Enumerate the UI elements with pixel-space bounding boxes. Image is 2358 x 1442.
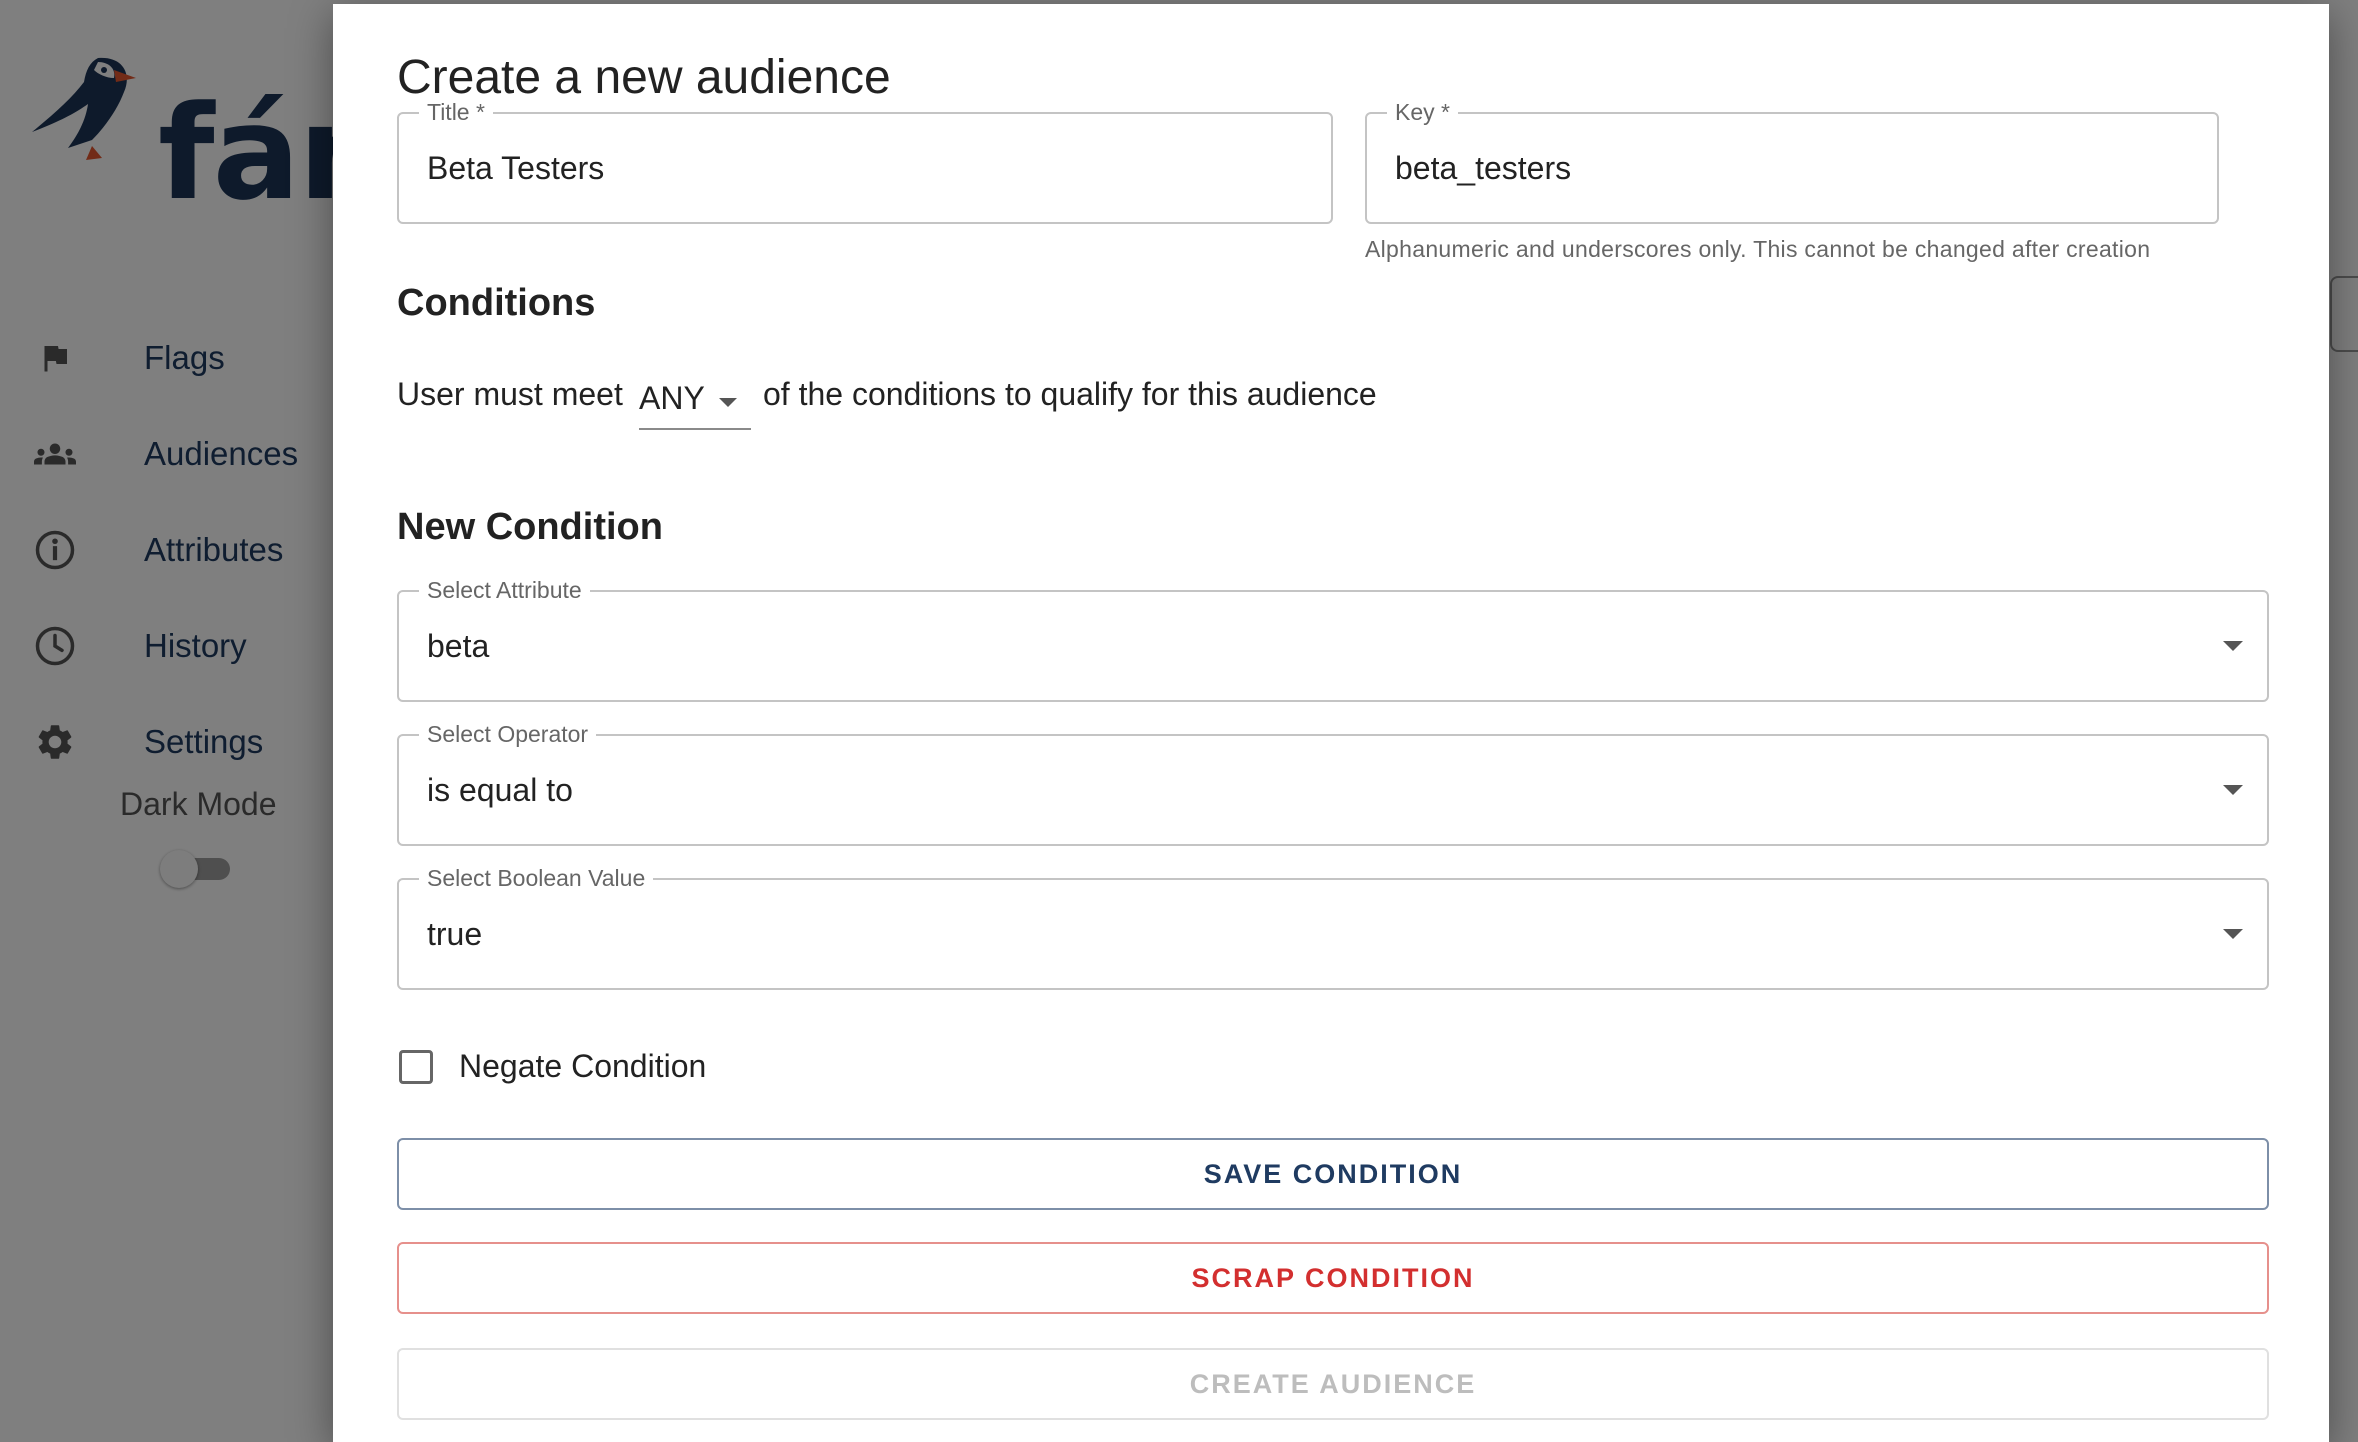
attribute-select-value: beta [427, 627, 490, 664]
key-helper-text: Alphanumeric and underscores only. This … [1365, 236, 2151, 262]
title-field[interactable]: Title * Beta Testers [397, 98, 1333, 224]
match-prefix-text: User must meet [397, 376, 623, 412]
attribute-select[interactable]: Select Attribute beta [397, 576, 2269, 702]
new-condition-heading: New Condition [397, 506, 663, 548]
match-suffix-text: of the conditions to qualify for this au… [763, 376, 1377, 412]
match-mode-select[interactable]: ANY [639, 368, 751, 430]
boolean-value-select-value: true [427, 915, 483, 952]
chevron-down-icon [2223, 641, 2243, 651]
chevron-down-icon [719, 398, 737, 407]
dialog-title: Create a new audience [397, 51, 891, 104]
scrap-condition-button[interactable]: SCRAP CONDITION [397, 1242, 2269, 1314]
negate-condition-label[interactable]: Negate Condition [459, 1048, 706, 1085]
operator-select-value: is equal to [427, 771, 573, 808]
create-audience-button[interactable]: CREATE AUDIENCE [397, 1348, 2269, 1420]
conditions-heading: Conditions [397, 282, 596, 324]
create-audience-dialog: Create a new audience Title * Beta Teste… [333, 4, 2329, 1442]
chevron-down-icon [2223, 785, 2243, 795]
key-field[interactable]: Key * beta_testers [1365, 98, 2219, 224]
chevron-down-icon [2223, 929, 2243, 939]
negate-condition-checkbox[interactable] [399, 1050, 433, 1084]
match-mode-value: ANY [639, 380, 705, 416]
key-field-value[interactable]: beta_testers [1395, 114, 1571, 222]
title-field-value[interactable]: Beta Testers [427, 114, 604, 222]
boolean-value-select[interactable]: Select Boolean Value true [397, 864, 2269, 990]
operator-select[interactable]: Select Operator is equal to [397, 720, 2269, 846]
save-condition-button[interactable]: SAVE CONDITION [397, 1138, 2269, 1210]
